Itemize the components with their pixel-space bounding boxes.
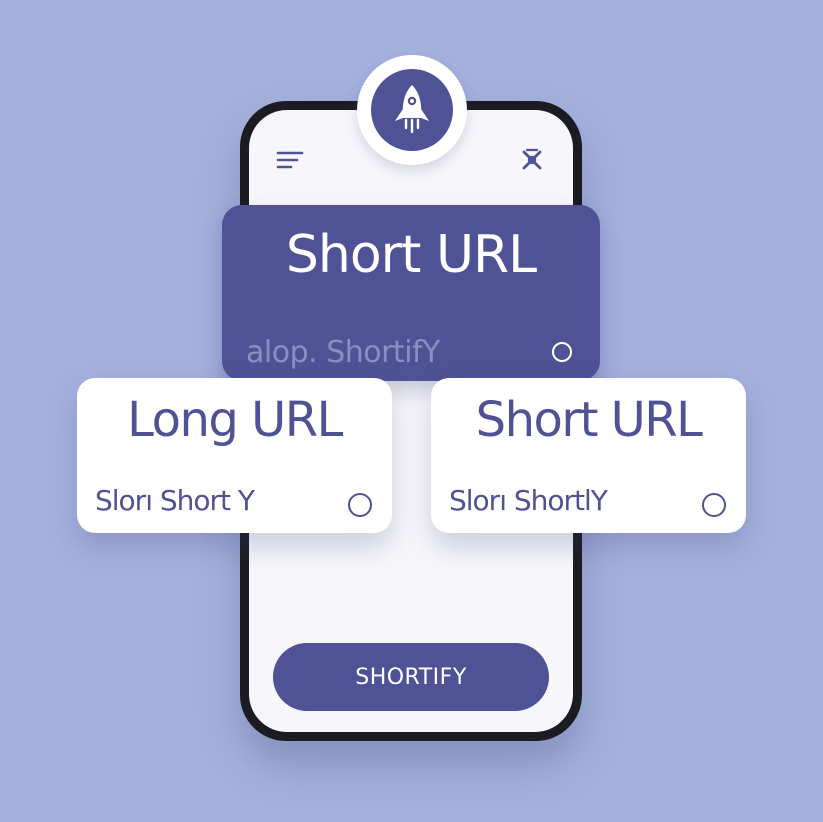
long-url-title: Long URL <box>127 392 343 448</box>
app-logo <box>357 55 467 165</box>
short-url-hero-card: Short URL alop. ShortifY <box>222 205 600 381</box>
hamburger-menu-icon <box>276 151 304 169</box>
hero-radio-button[interactable] <box>552 342 572 362</box>
hero-subtitle: alop. ShortifY <box>246 335 440 370</box>
short-url-title: Short URL <box>475 392 703 448</box>
logo-circle <box>371 69 453 151</box>
short-url-card[interactable]: Short URL Slorı ShortlY <box>431 378 746 533</box>
long-url-card[interactable]: Long URL Slorı Short Y <box>77 378 392 533</box>
long-url-subtitle: Slorı Short Y <box>95 484 255 517</box>
short-url-subtitle: Slorı ShortlY <box>449 484 608 517</box>
hero-title: Short URL <box>285 225 537 285</box>
close-button[interactable] <box>518 146 546 174</box>
long-url-radio-button[interactable] <box>348 493 372 517</box>
rocket-icon <box>395 85 429 134</box>
menu-button[interactable] <box>275 147 305 173</box>
short-url-radio-button[interactable] <box>702 493 726 517</box>
close-icon <box>522 148 542 170</box>
shortify-button[interactable]: SHORTIFY <box>273 643 549 711</box>
